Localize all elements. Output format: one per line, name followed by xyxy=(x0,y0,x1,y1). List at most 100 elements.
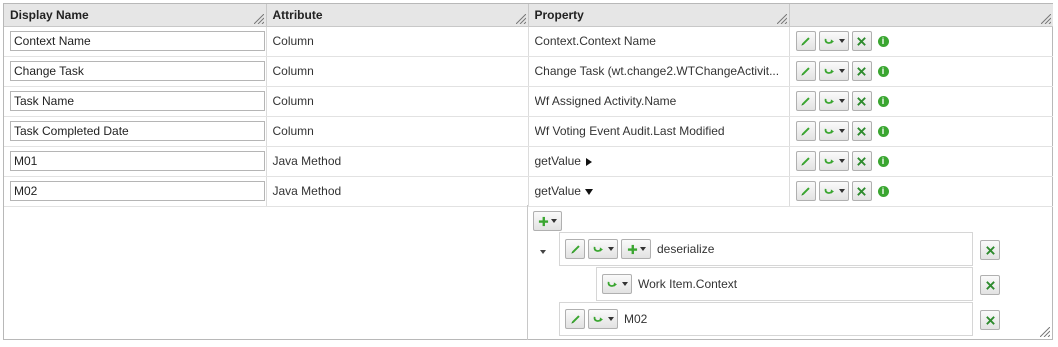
row-actions: i xyxy=(789,86,1053,117)
x-delete-icon xyxy=(856,126,867,137)
display-name-input[interactable] xyxy=(10,91,265,111)
pencil-icon xyxy=(799,155,812,168)
mapping-menu-button[interactable] xyxy=(588,309,618,329)
mapping-menu-button[interactable] xyxy=(818,61,849,81)
edit-button[interactable] xyxy=(795,31,816,51)
tree-collapse-arrow-icon[interactable] xyxy=(540,250,546,254)
chevron-down-icon xyxy=(838,69,845,73)
display-name-input[interactable] xyxy=(10,121,265,141)
property-cell: Change Task (wt.change2.WTChangeActivit.… xyxy=(534,64,780,78)
attribute-type-cell: Column xyxy=(272,94,314,108)
edit-button[interactable] xyxy=(795,181,816,201)
property-cell: getValue xyxy=(534,184,581,198)
column-resize-grip-icon[interactable] xyxy=(777,14,787,24)
table-row[interactable]: Java Method getValue i xyxy=(4,146,1053,177)
header-row: Display Name Attribute Property xyxy=(4,4,1053,27)
info-icon[interactable]: i xyxy=(877,95,889,107)
edit-button[interactable] xyxy=(795,151,816,171)
attribute-type-cell: Java Method xyxy=(272,184,342,198)
x-delete-icon xyxy=(856,36,867,47)
method-expression-tree: deserialize Work Item.Context M02 xyxy=(4,205,1053,340)
mapping-menu-button[interactable] xyxy=(602,274,632,294)
chevron-down-icon xyxy=(838,99,845,103)
display-name-input[interactable] xyxy=(10,181,265,201)
edit-button[interactable] xyxy=(565,309,585,329)
mapping-arrow-icon xyxy=(823,126,837,137)
chevron-down-icon xyxy=(838,129,845,133)
row-actions: i xyxy=(789,116,1053,147)
pencil-icon xyxy=(569,313,582,326)
expand-arrow-icon[interactable] xyxy=(585,157,592,166)
edit-button[interactable] xyxy=(795,91,816,111)
info-icon[interactable]: i xyxy=(877,125,889,137)
tree-node-work-item-context: Work Item.Context xyxy=(596,267,973,301)
column-header-label: Attribute xyxy=(272,7,323,22)
edit-button[interactable] xyxy=(795,61,816,81)
edit-button[interactable] xyxy=(565,239,585,259)
column-resize-grip-icon[interactable] xyxy=(1041,14,1051,24)
info-icon[interactable]: i xyxy=(877,65,889,77)
delete-button[interactable] xyxy=(851,121,872,141)
property-cell: getValue xyxy=(534,154,581,168)
row-actions: i xyxy=(789,176,1053,207)
add-argument-button[interactable] xyxy=(621,239,651,259)
edit-button[interactable] xyxy=(795,121,816,141)
info-icon[interactable]: i xyxy=(877,35,889,47)
property-cell: Wf Assigned Activity.Name xyxy=(534,94,677,108)
mapping-arrow-icon xyxy=(823,66,837,77)
x-delete-icon xyxy=(856,66,867,77)
mapping-arrow-icon xyxy=(823,96,837,107)
table-row[interactable]: Java Method getValue i xyxy=(4,176,1053,207)
x-delete-icon xyxy=(985,280,996,291)
column-header-property[interactable]: Property xyxy=(528,4,790,27)
property-cell: Context.Context Name xyxy=(534,34,656,48)
delete-button[interactable] xyxy=(851,151,872,171)
add-expression-button[interactable] xyxy=(533,211,562,231)
delete-node-button[interactable] xyxy=(980,275,1000,295)
tree-node-m02: M02 xyxy=(559,302,973,336)
mapping-menu-button[interactable] xyxy=(818,121,849,141)
collapse-arrow-icon[interactable] xyxy=(584,188,593,195)
row-actions: i xyxy=(789,56,1053,87)
mapping-menu-button[interactable] xyxy=(818,31,849,51)
table-row[interactable]: Column Change Task (wt.change2.WTChangeA… xyxy=(4,56,1053,87)
x-delete-icon xyxy=(985,315,996,326)
table-row[interactable]: Column Wf Assigned Activity.Name i xyxy=(4,86,1053,117)
mapping-menu-button[interactable] xyxy=(818,151,849,171)
resize-grip-icon[interactable] xyxy=(1040,327,1050,337)
table-row[interactable]: Column Context.Context Name i xyxy=(4,26,1053,57)
display-name-input[interactable] xyxy=(10,61,265,81)
plus-icon xyxy=(538,216,549,227)
tree-node-label: deserialize xyxy=(657,242,715,256)
mapping-menu-button[interactable] xyxy=(818,181,849,201)
delete-button[interactable] xyxy=(851,181,872,201)
info-icon[interactable]: i xyxy=(877,155,889,167)
chevron-down-icon xyxy=(838,159,845,163)
chevron-down-icon xyxy=(639,247,646,251)
delete-button[interactable] xyxy=(851,31,872,51)
delete-button[interactable] xyxy=(851,91,872,111)
column-header-display-name[interactable]: Display Name xyxy=(4,4,267,27)
attribute-type-cell: Column xyxy=(272,64,314,78)
mapping-table: Display Name Attribute Property Column C… xyxy=(4,4,1053,207)
column-header-attribute[interactable]: Attribute xyxy=(266,4,529,27)
chevron-down-icon xyxy=(608,317,614,321)
display-name-input[interactable] xyxy=(10,31,265,51)
x-delete-icon xyxy=(985,245,996,256)
mapping-menu-button[interactable] xyxy=(818,91,849,111)
chevron-down-icon xyxy=(551,219,557,223)
pencil-icon xyxy=(799,125,812,138)
mapping-arrow-icon xyxy=(592,314,606,325)
tree-node-label: M02 xyxy=(624,312,648,326)
delete-node-button[interactable] xyxy=(980,240,1000,260)
display-name-input[interactable] xyxy=(10,151,265,171)
delete-button[interactable] xyxy=(851,61,872,81)
info-icon[interactable]: i xyxy=(877,185,889,197)
chevron-down-icon xyxy=(838,39,845,43)
table-row[interactable]: Column Wf Voting Event Audit.Last Modifi… xyxy=(4,116,1053,147)
column-resize-grip-icon[interactable] xyxy=(254,14,264,24)
mapping-arrow-icon xyxy=(823,186,837,197)
delete-node-button[interactable] xyxy=(980,310,1000,330)
mapping-menu-button[interactable] xyxy=(588,239,618,259)
column-resize-grip-icon[interactable] xyxy=(516,14,526,24)
